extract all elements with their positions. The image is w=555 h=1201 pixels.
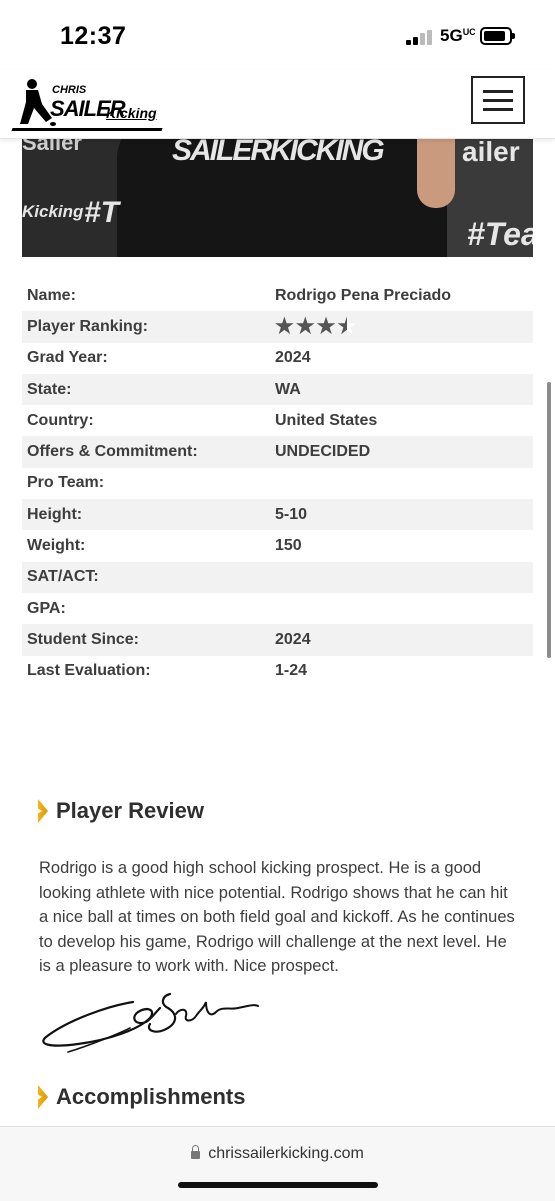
profile-label: Height: (27, 505, 83, 523)
profile-label: Name: (27, 286, 76, 304)
profile-label: SAT/ACT: (27, 568, 99, 586)
signal-icon (406, 29, 434, 45)
site-logo[interactable]: CHRIS SAILER Kicking (11, 76, 172, 134)
profile-label: Student Since: (27, 630, 140, 648)
profile-row: State: WA (22, 373, 533, 406)
profile-row: Height: 5-10 (22, 499, 533, 531)
profile-row: Pro Team: (22, 468, 533, 499)
profile-row: Name: Rodrigo Pena Preciado (22, 280, 533, 311)
profile-label: Pro Team: (27, 474, 105, 492)
profile-label: Player Ranking: (27, 317, 148, 335)
profile-value: WA (275, 380, 301, 398)
profile-row: SAT/ACT: (22, 561, 533, 593)
player-review-text: Rodrigo is a good high school kicking pr… (39, 859, 515, 975)
signature-image (42, 992, 259, 1053)
clock: 12:37 (60, 22, 127, 50)
status-bar: 12:37 5GUC (0, 0, 555, 70)
hamburger-menu-button[interactable] (471, 76, 525, 124)
url-display[interactable]: chrissailerkicking.com (0, 1145, 555, 1163)
profile-value: 2024 (275, 349, 311, 367)
profile-label: Last Evaluation: (27, 662, 151, 680)
profile-row: Weight: 150 (22, 530, 533, 561)
player-review-heading: Player Review (38, 798, 204, 824)
profile-row: Last Evaluation: 1-24 (22, 656, 533, 687)
profile-label: Country: (27, 411, 94, 429)
profile-row: Player Ranking: ★ ★ ★ ★ (22, 311, 533, 343)
profile-value: 150 (275, 537, 302, 555)
profile-value: United States (275, 411, 378, 429)
profile-label: Offers & Commitment: (27, 443, 198, 461)
network-indicator: 5GUC (440, 26, 476, 45)
player-photo: Sailer SAILERKICKING Kicking #T ailer #T… (22, 138, 533, 257)
chevron-right-icon (38, 799, 48, 823)
profile-row: Student Since: 2024 (22, 624, 533, 656)
profile-value: 2024 (275, 630, 311, 648)
profile-label: Grad Year: (27, 349, 108, 367)
profile-row: Grad Year: 2024 (22, 343, 533, 374)
player-ranking-stars: ★ ★ ★ ★ (275, 316, 356, 337)
profile-value: 1-24 (275, 662, 308, 680)
profile-value: Rodrigo Pena Preciado (275, 286, 452, 304)
profile-row: Offers & Commitment: UNDECIDED (22, 436, 533, 468)
star-icon: ★ (295, 315, 315, 339)
profile-value: 5-10 (275, 505, 308, 523)
profile-value: UNDECIDED (275, 443, 371, 461)
profile-row: GPA: (22, 593, 533, 624)
profile-row: Country: United States (22, 405, 533, 436)
site-header: CHRIS SAILER Kicking (0, 70, 555, 139)
home-indicator[interactable] (178, 1182, 378, 1188)
lock-icon (191, 1145, 201, 1159)
chevron-right-icon (38, 1085, 48, 1109)
scrollbar[interactable] (547, 382, 551, 658)
battery-icon (480, 27, 515, 45)
player-profile-table: Name: Rodrigo Pena Preciado Player Ranking… (22, 280, 533, 687)
star-icon: ★ (316, 315, 336, 339)
profile-label: GPA: (27, 599, 66, 617)
browser-address-bar[interactable]: chrissailerkicking.com (0, 1126, 555, 1201)
profile-label: State: (27, 380, 72, 398)
accomplishments-heading: Accomplishments (38, 1084, 246, 1110)
profile-label: Weight: (27, 537, 86, 555)
menu-icon (483, 90, 513, 93)
half-star-icon: ★ (337, 316, 356, 337)
star-icon: ★ (275, 315, 294, 339)
